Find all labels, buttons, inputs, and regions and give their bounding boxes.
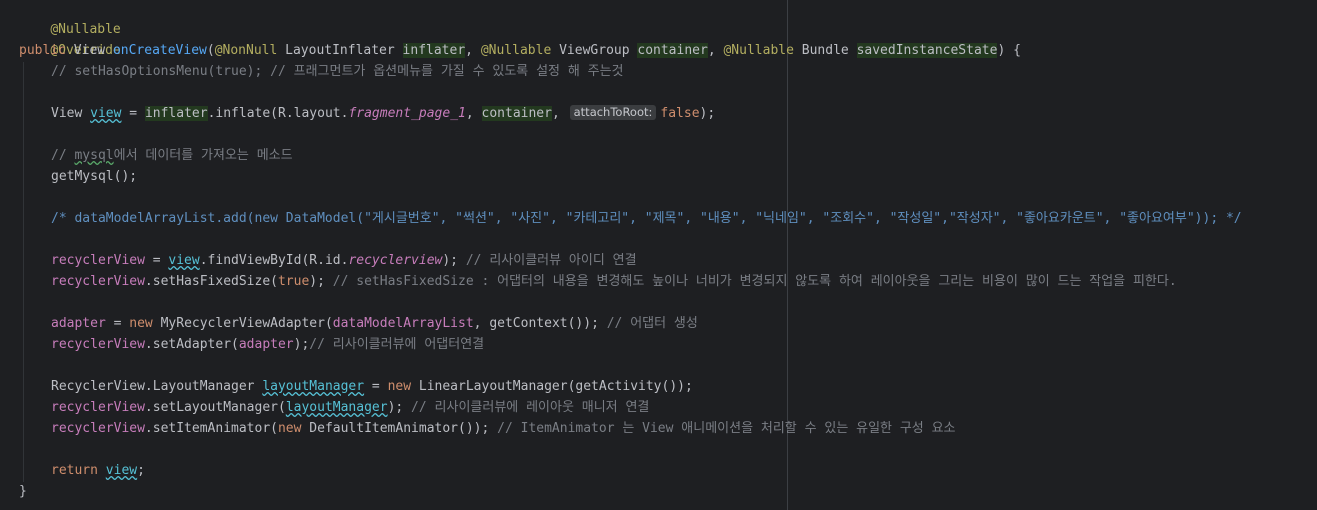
parameter-hint: attachToRoot:: [569, 105, 657, 120]
closing-brace: }: [19, 484, 27, 499]
code-text: View: [51, 106, 91, 121]
parameter-container: container: [637, 43, 708, 58]
comment: 에서 데이터를 가져오는 메소드: [113, 148, 293, 163]
code-text: );: [309, 274, 333, 289]
code-line-9[interactable]: recyclerView = view.findViewById(R.id.re…: [51, 250, 637, 271]
code-editor[interactable]: @Nullable @Override public View onCreate…: [0, 0, 1317, 510]
comment: //: [51, 148, 75, 163]
static-field: recyclerview: [348, 253, 443, 268]
code-text: (: [206, 43, 215, 58]
code-line-2[interactable]: @Override: [19, 19, 120, 58]
code-text: getMysql();: [51, 169, 138, 184]
code-text: =: [144, 253, 169, 268]
comment: // 리사이클러뷰 아이디 연결: [465, 253, 637, 268]
code-text: , getContext());: [473, 316, 607, 331]
code-line-16[interactable]: return view;: [51, 460, 145, 481]
method-name: onCreateView: [112, 43, 207, 58]
code-text: .setHasFixedSize(: [144, 274, 278, 289]
parameter-inflater: inflater: [402, 43, 466, 58]
field-recycler-view: recyclerView: [51, 337, 145, 352]
code-line-8[interactable]: /* dataModelArrayList.add(new DataModel(…: [51, 208, 1242, 229]
code-line-7[interactable]: getMysql();: [51, 166, 137, 187]
code-text: .setLayoutManager(: [144, 400, 286, 415]
code-text: .findViewById(R.id.: [199, 253, 349, 268]
code-text: Bundle: [793, 43, 857, 58]
keyword: new: [277, 421, 302, 436]
parameter-saved-instance-state: savedInstanceState: [856, 43, 998, 58]
field-data-model-array-list: dataModelArrayList: [332, 316, 474, 331]
field-adapter: adapter: [51, 316, 106, 331]
code-text: ,: [551, 106, 568, 121]
code-line-12[interactable]: recyclerView.setAdapter(adapter);// 리사이클…: [51, 334, 484, 355]
code-text: );: [293, 337, 310, 352]
code-text: DefaultItemAnimator());: [301, 421, 498, 436]
field-adapter: adapter: [238, 337, 294, 352]
code-text: );: [442, 253, 466, 268]
code-line-14[interactable]: recyclerView.setLayoutManager(layoutMana…: [51, 397, 649, 418]
code-text: ViewGroup: [551, 43, 638, 58]
keyword: new: [387, 379, 412, 394]
local-variable-view: view: [105, 463, 138, 478]
code-text: =: [121, 106, 145, 121]
annotation-nullable: @Nullable: [723, 43, 794, 58]
field-recycler-view: recyclerView: [51, 400, 145, 415]
comment-typo: mysql: [74, 148, 114, 163]
comment: // 리사이클러뷰에 어댑터연결: [309, 337, 485, 352]
block-comment: /* dataModelArrayList.add(new DataModel(…: [51, 211, 1242, 226]
static-field: fragment_page_1: [348, 106, 466, 121]
code-text: ,: [465, 106, 482, 121]
code-line-10[interactable]: recyclerView.setHasFixedSize(true); // s…: [51, 271, 1177, 292]
local-variable-layout-manager: layoutManager: [262, 379, 365, 394]
code-line-3[interactable]: public View onCreateView(@NonNull Layout…: [19, 40, 1021, 61]
field-recycler-view: recyclerView: [51, 253, 145, 268]
code-line-17[interactable]: }: [19, 481, 27, 502]
indent-guide: [23, 62, 24, 482]
comment: // setHasOptionsMenu(true); // 프래그먼트가 옵션…: [51, 64, 624, 79]
code-line-5[interactable]: View view = inflater.inflate(R.layout.fr…: [51, 103, 715, 124]
keyword: return: [51, 463, 98, 478]
code-text: );: [699, 106, 716, 121]
code-text: LinearLayoutManager(getActivity());: [411, 379, 693, 394]
field-recycler-view: recyclerView: [51, 421, 145, 436]
code-text: =: [105, 316, 130, 331]
local-variable-layout-manager: layoutManager: [285, 400, 388, 415]
code-line-15[interactable]: recyclerView.setItemAnimator(new Default…: [51, 418, 956, 439]
code-text: ;: [137, 463, 145, 478]
comment: // ItemAnimator 는 View 애니메이션을 처리할 수 있는 유…: [497, 421, 956, 436]
annotation-nullable: @Nullable: [480, 43, 552, 58]
code-text: =: [364, 379, 388, 394]
code-text: View: [65, 43, 113, 58]
comment: // 어댑터 생성: [606, 316, 698, 331]
code-line-1[interactable]: @Nullable: [19, 0, 120, 37]
field-recycler-view: recyclerView: [51, 274, 145, 289]
local-variable-view: view: [168, 253, 200, 268]
parameter-inflater: inflater: [144, 106, 208, 121]
local-variable-view: view: [90, 106, 122, 121]
comment: // setHasFixedSize : 어댑터의 내용을 변경해도 높이나 너…: [332, 274, 1177, 289]
code-text: ,: [465, 43, 481, 58]
code-line-13[interactable]: RecyclerView.LayoutManager layoutManager…: [51, 376, 693, 397]
code-text: ) {: [997, 43, 1021, 58]
code-line-6[interactable]: // mysql에서 데이터를 가져오는 메소드: [51, 145, 293, 166]
keyword: public: [19, 43, 66, 58]
keyword: new: [129, 316, 153, 331]
keyword: false: [660, 106, 700, 121]
code-text: LayoutInflater: [277, 43, 403, 58]
code-line-4[interactable]: // setHasOptionsMenu(true); // 프래그먼트가 옵션…: [51, 61, 624, 82]
code-text: ,: [707, 43, 724, 58]
comment: // 리사이클러뷰에 레이아웃 매니저 연결: [411, 400, 650, 415]
code-text: .setAdapter(: [144, 337, 239, 352]
annotation-nonnull: @NonNull: [214, 43, 278, 58]
parameter-container: container: [481, 106, 552, 121]
code-line-11[interactable]: adapter = new MyRecyclerViewAdapter(data…: [51, 313, 698, 334]
code-text: .setItemAnimator(: [144, 421, 278, 436]
code-text: MyRecyclerViewAdapter(: [152, 316, 333, 331]
code-text: .inflate(R.layout.: [207, 106, 349, 121]
code-text: RecyclerView.LayoutManager: [51, 379, 263, 394]
code-text: );: [387, 400, 412, 415]
keyword: true: [277, 274, 310, 289]
